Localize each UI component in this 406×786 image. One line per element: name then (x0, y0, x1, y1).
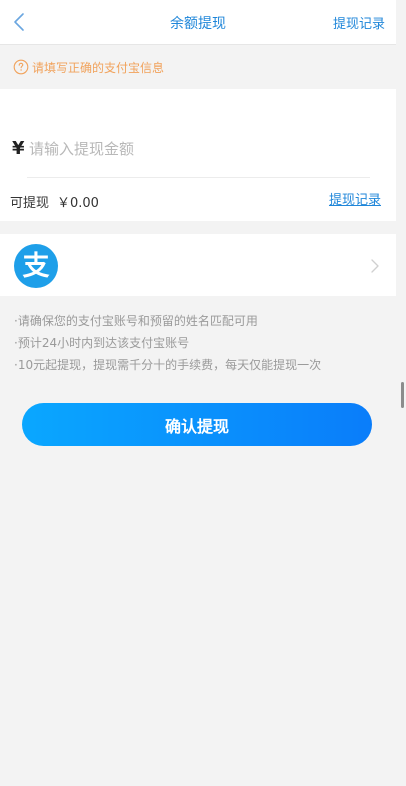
withdraw-records-link-header[interactable]: 提现记录 (333, 13, 385, 32)
tip-item: ·10元起提现，提现需千分十的手续费，每天仅能提现一次 (14, 358, 322, 372)
notice-bar: 请填写正确的支付宝信息 (0, 45, 396, 89)
currency-symbol: ¥ (12, 138, 25, 159)
chevron-right-icon (371, 259, 379, 273)
question-circle-icon (13, 59, 29, 75)
tip-item: ·请确保您的支付宝账号和预留的姓名匹配可用 (14, 314, 258, 328)
divider (27, 177, 370, 178)
alipay-account-selector[interactable]: 支 (0, 234, 396, 296)
scrollbar-thumb[interactable] (401, 382, 404, 408)
amount-card: ¥ 可提现 ￥0.00 提现记录 (0, 89, 396, 221)
tip-item: ·预计24小时内到达该支付宝账号 (14, 336, 190, 350)
alipay-logo-glyph: 支 (23, 251, 50, 282)
withdraw-records-link[interactable]: 提现记录 (329, 189, 381, 208)
scrollbar[interactable] (396, 0, 406, 786)
top-nav-bar: 余额提现 提现记录 (0, 0, 396, 45)
confirm-withdraw-button[interactable]: 确认提现 (22, 403, 372, 446)
alipay-logo: 支 (14, 244, 58, 288)
tips-list: ·请确保您的支付宝账号和预留的姓名匹配可用 ·预计24小时内到达该支付宝账号 ·… (14, 310, 321, 376)
available-label: 可提现 (10, 196, 50, 211)
amount-input[interactable] (29, 137, 369, 161)
available-amount: ￥0.00 (57, 196, 99, 211)
notice-text: 请填写正确的支付宝信息 (32, 61, 165, 75)
